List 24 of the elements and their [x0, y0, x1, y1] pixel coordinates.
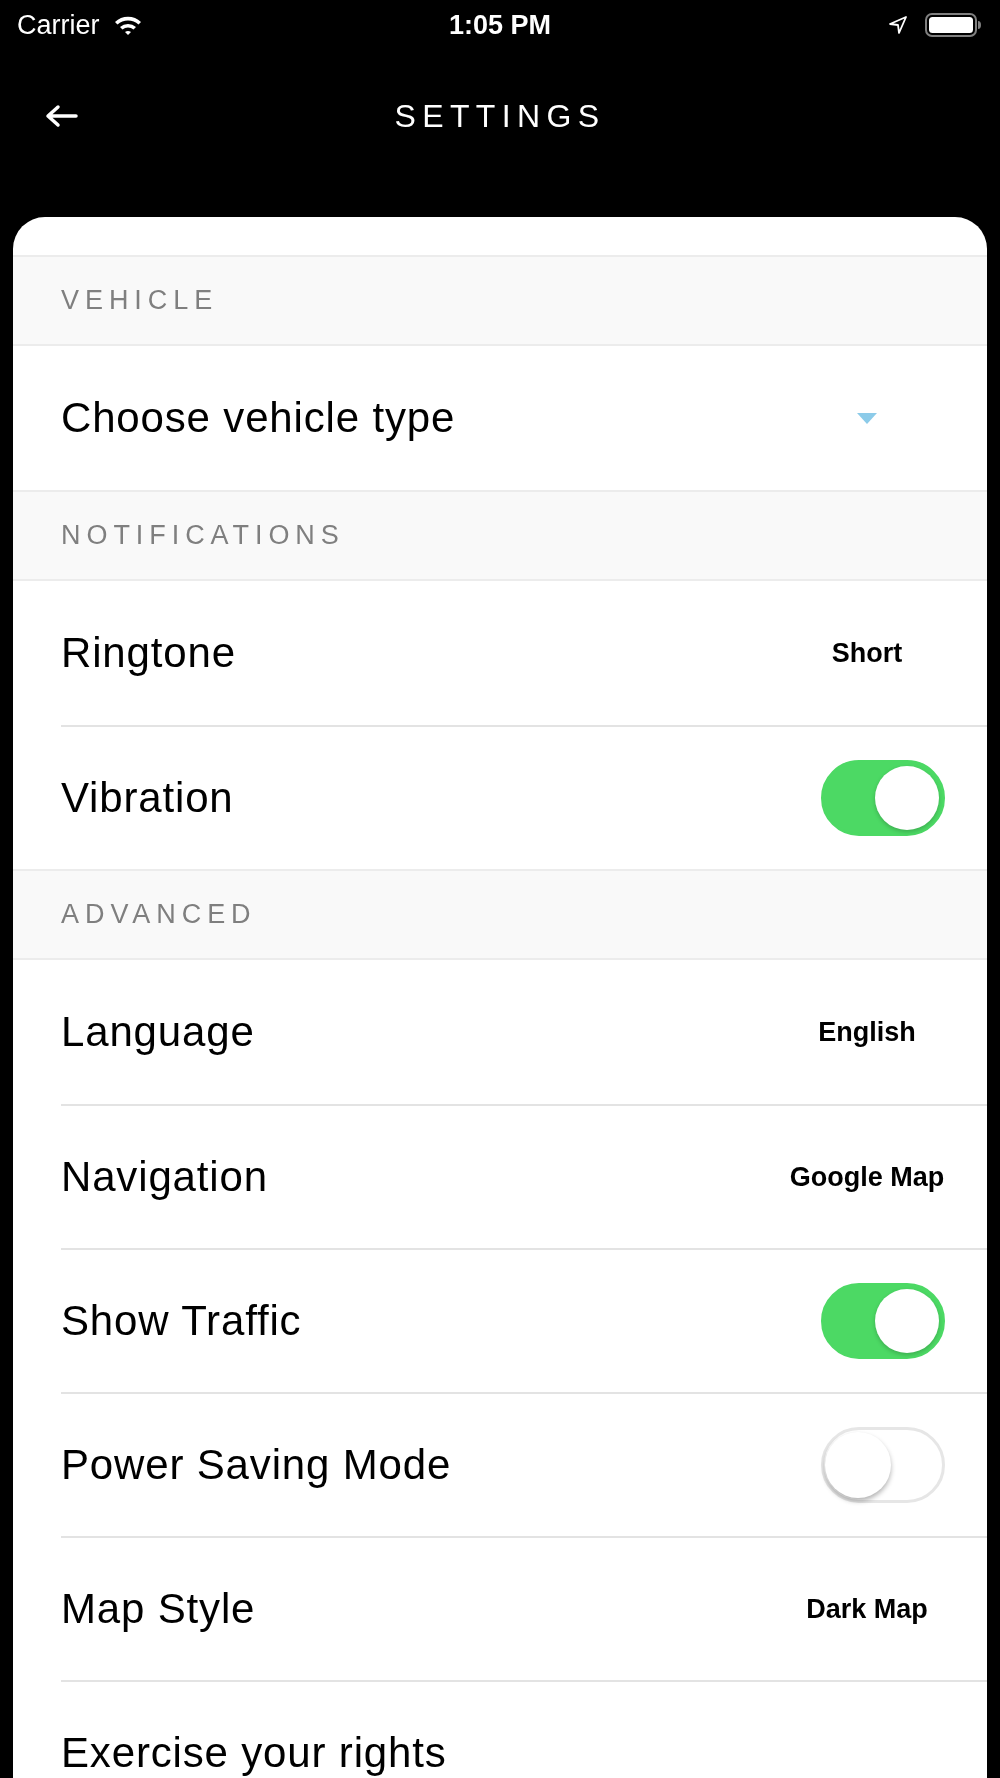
carrier-label: Carrier: [17, 11, 100, 39]
setting-label: Vibration: [61, 777, 234, 819]
setting-value[interactable]: Short: [831, 639, 903, 667]
back-arrow-icon[interactable]: [45, 104, 78, 128]
location-arrow-icon: [889, 16, 907, 34]
vehicle-type-dropdown[interactable]: Choose vehicle type: [61, 346, 987, 490]
wifi-icon: [113, 15, 142, 35]
setting-value[interactable]: Google Map: [789, 1163, 945, 1191]
setting-label: Language: [61, 1011, 255, 1053]
setting-label: Show Traffic: [61, 1300, 302, 1342]
setting-label: Navigation: [61, 1156, 268, 1198]
status-time: 1:05 PM: [449, 11, 551, 39]
setting-value[interactable]: English: [818, 1018, 916, 1046]
setting-value[interactable]: Dark Map: [806, 1595, 928, 1623]
section-title: NOTIFICATIONS: [61, 522, 345, 549]
setting-link[interactable]: Exercise your rights: [61, 1732, 447, 1774]
page-title: SETTINGS: [394, 100, 606, 132]
caret-down-icon: [857, 412, 877, 424]
setting-label: Map Style: [61, 1588, 256, 1630]
battery-icon: [925, 13, 981, 37]
section-title: VEHICLE: [61, 287, 219, 314]
setting-label: Ringtone: [61, 632, 236, 674]
setting-label: Power Saving Mode: [61, 1444, 452, 1486]
section-title: ADVANCED: [61, 901, 257, 928]
